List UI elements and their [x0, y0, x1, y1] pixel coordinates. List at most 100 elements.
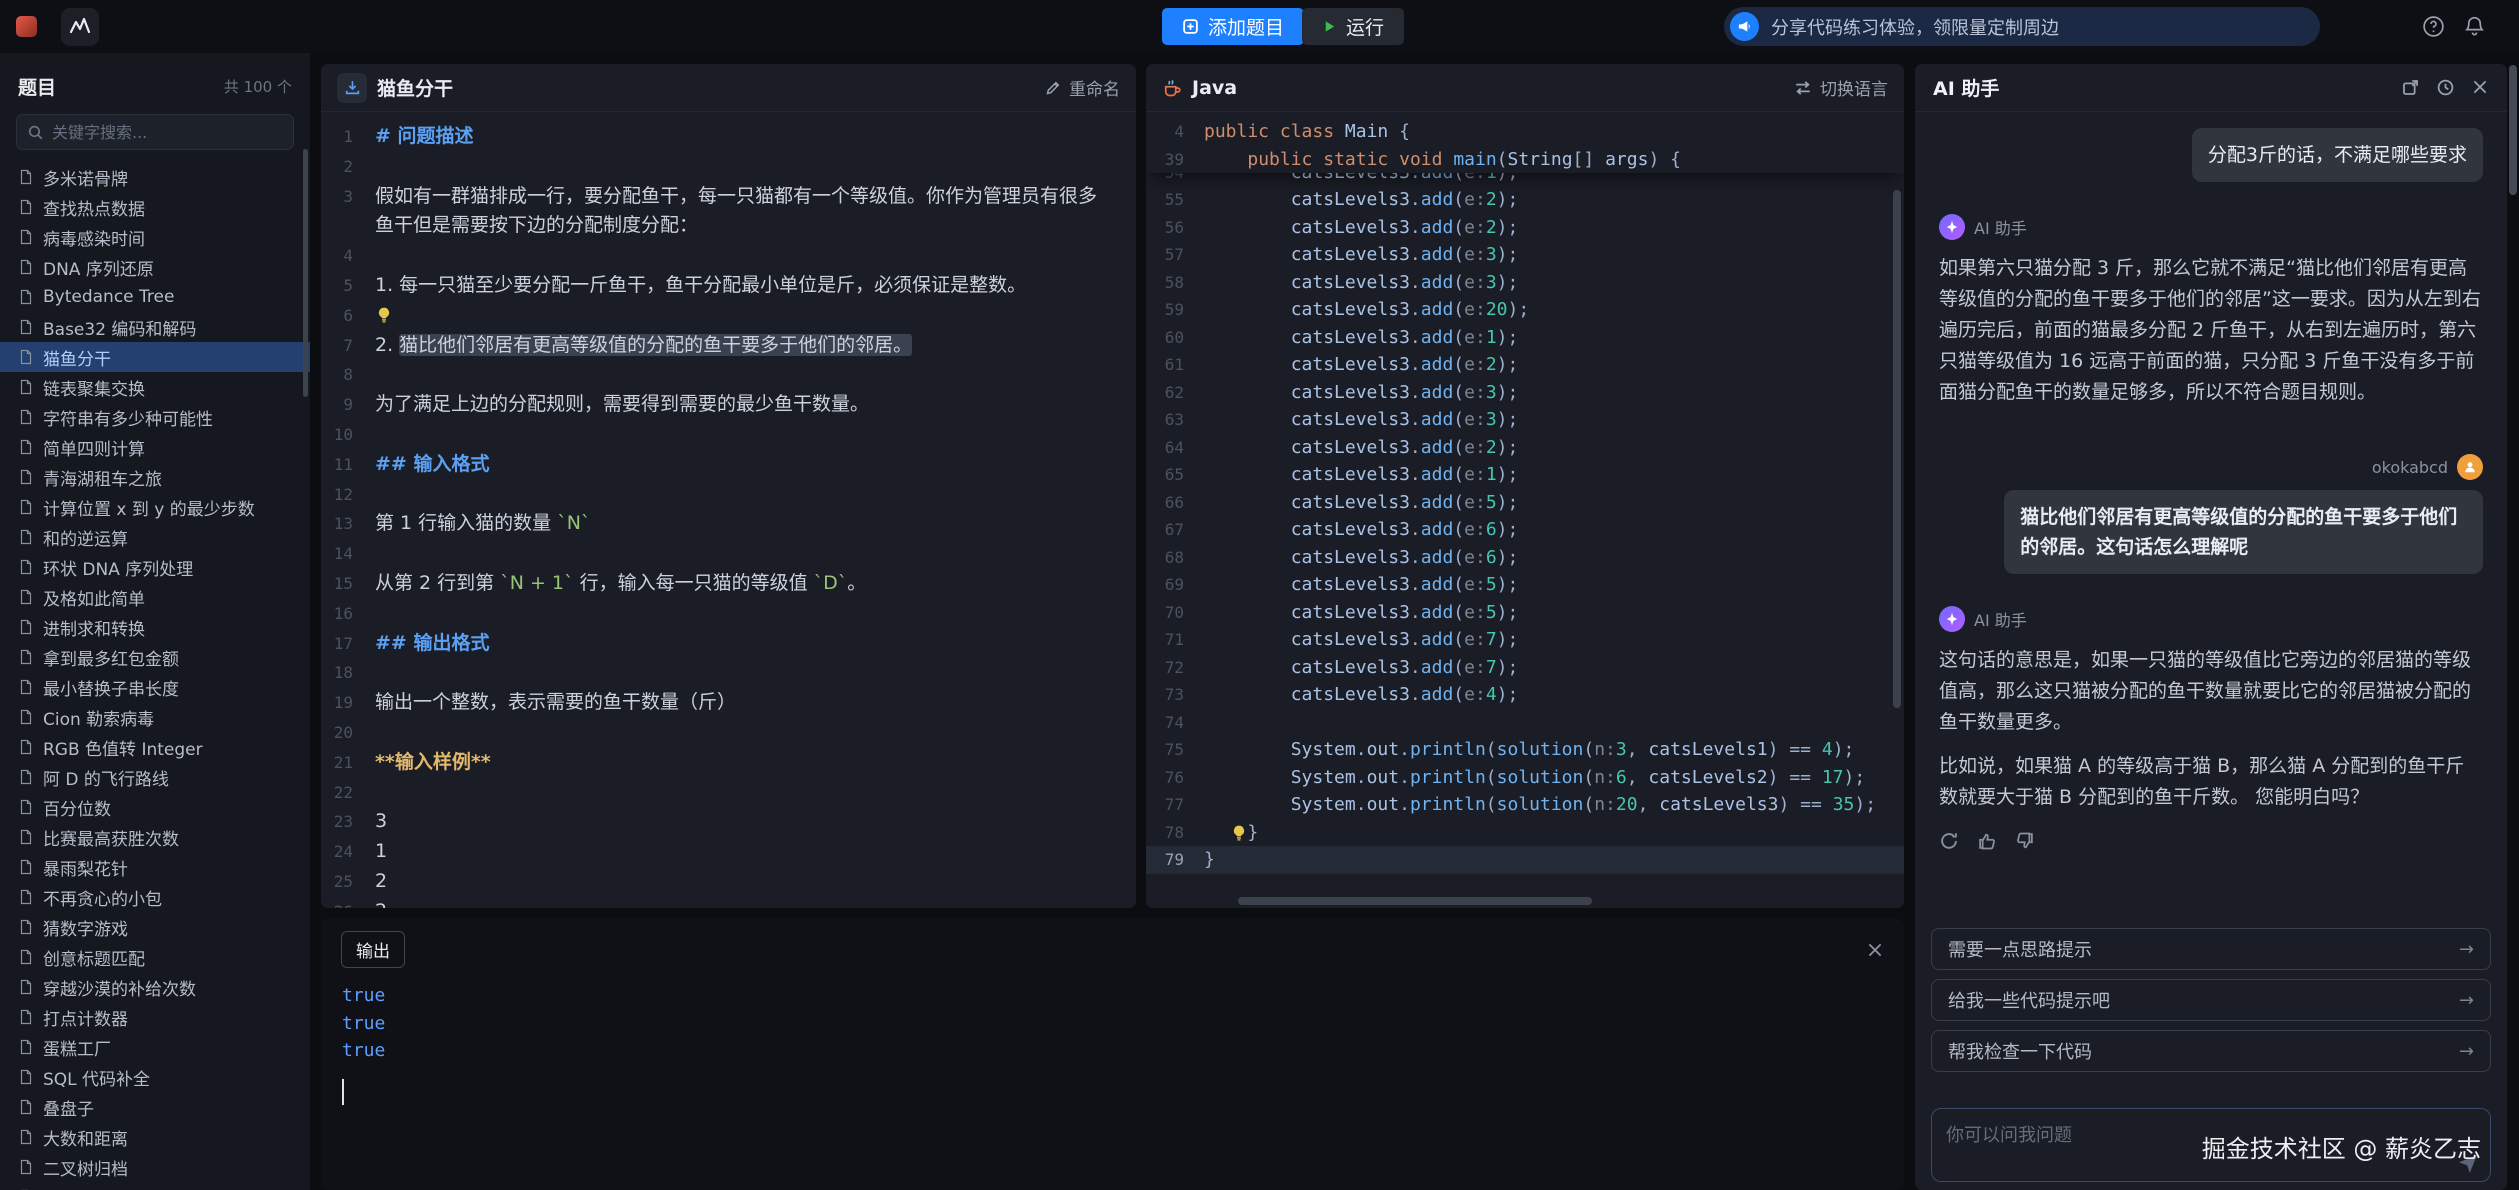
markdown-editor[interactable]: 1# 问题描述23假如有一群猫排成一行，要分配鱼干，每一只猫都有一个等级值。你作… [321, 112, 1136, 908]
sidebar-item[interactable]: 环状 DNA 序列处理 [0, 552, 310, 582]
document-icon [18, 259, 34, 275]
markdown-line [375, 539, 1136, 569]
line-number: 16 [321, 599, 375, 629]
problem-list: 多米诺骨牌查找热点数据病毒感染时间DNA 序列还原Bytedance TreeB… [0, 162, 310, 1190]
sidebar-item[interactable]: 大数和距离 [0, 1122, 310, 1152]
sidebar-item[interactable]: Cion 勒索病毒 [0, 702, 310, 732]
document-icon [18, 739, 34, 755]
search-box[interactable] [16, 114, 294, 150]
history-icon[interactable] [2436, 78, 2455, 97]
sidebar-item[interactable]: Bytedance Tree [0, 282, 310, 312]
page-scrollbar[interactable] [2507, 53, 2519, 1190]
sidebar-item[interactable]: 计算位置 x 到 y 的最少步数 [0, 492, 310, 522]
sidebar-item[interactable]: 多米诺骨牌 [0, 162, 310, 192]
expand-icon[interactable] [2401, 78, 2420, 97]
markdown-line [375, 420, 1136, 450]
sidebar-title: 题目 [18, 73, 56, 100]
suggestion-button[interactable]: 给我一些代码提示吧→ [1931, 979, 2491, 1021]
editor-logo-icon[interactable] [61, 8, 99, 46]
code-vertical-scrollbar[interactable] [1893, 190, 1901, 708]
line-number: 6 [321, 301, 375, 331]
sidebar-item[interactable]: 及格如此简单 [0, 582, 310, 612]
code-line: catsLevels3.add(e:2); [1204, 217, 1904, 238]
plus-icon [1182, 18, 1199, 35]
sidebar-item[interactable]: 叠盘子 [0, 1092, 310, 1122]
sidebar-item[interactable]: SQL 代码补全 [0, 1062, 310, 1092]
code-horizontal-scrollbar[interactable] [1238, 897, 1592, 905]
rename-button[interactable]: 重命名 [1045, 75, 1120, 100]
problem-sidebar: 题目 共 100 个 多米诺骨牌查找热点数据病毒感染时间DNA 序列还原Byte… [0, 53, 310, 1190]
line-number: 20 [321, 718, 375, 748]
sidebar-item-label: SQL 代码补全 [43, 1065, 150, 1090]
sidebar-item[interactable]: RGB 色值转 Integer [0, 732, 310, 762]
sidebar-item[interactable]: 创意标题匹配 [0, 942, 310, 972]
sidebar-item[interactable]: 比赛最高获胜次数 [0, 822, 310, 852]
document-icon [18, 1129, 34, 1145]
refresh-icon[interactable] [1939, 831, 1959, 851]
sidebar-item[interactable]: 二分数字 [0, 1182, 310, 1190]
line-number: 73 [1146, 685, 1204, 704]
share-banner[interactable]: 分享代码练习体验，领限量定制周边 [1724, 7, 2320, 46]
line-number: 68 [1146, 548, 1204, 567]
line-number: 2 [321, 152, 375, 182]
app-logo-icon[interactable] [16, 16, 37, 37]
sidebar-item[interactable]: 简单四则计算 [0, 432, 310, 462]
suggestion-button[interactable]: 帮我检查一下代码→ [1931, 1030, 2491, 1072]
sidebar-item[interactable]: 字符串有多少种可能性 [0, 402, 310, 432]
sidebar-item[interactable]: 链表聚集交换 [0, 372, 310, 402]
run-button[interactable]: 运行 [1302, 8, 1404, 45]
bell-icon[interactable] [2462, 14, 2487, 39]
document-icon [18, 859, 34, 875]
sidebar-item[interactable]: 猫鱼分干 [0, 342, 310, 372]
output-tab[interactable]: 输出 [341, 931, 405, 968]
sidebar-item[interactable]: 查找热点数据 [0, 192, 310, 222]
markdown-line: 2 [375, 867, 1136, 897]
sidebar-item[interactable]: 穿越沙漠的补给次数 [0, 972, 310, 1002]
sidebar-item[interactable]: 病毒感染时间 [0, 222, 310, 252]
chat-area[interactable]: 分配3斤的话，不满足哪些要求AI 助手如果第六只猫分配 3 斤，那么它就不满足“… [1915, 112, 2507, 910]
sidebar-item[interactable]: 和的逆运算 [0, 522, 310, 552]
sidebar-item[interactable]: 猜数字游戏 [0, 912, 310, 942]
close-icon[interactable] [2471, 78, 2489, 97]
line-number: 58 [1146, 273, 1204, 292]
thumb-down-icon[interactable] [2015, 831, 2035, 851]
output-console[interactable]: truetruetrue [321, 968, 1904, 1105]
sidebar-item[interactable]: 二叉树归档 [0, 1152, 310, 1182]
sidebar-item[interactable]: 打点计数器 [0, 1002, 310, 1032]
switch-language-icon [1794, 79, 1812, 97]
add-problem-button[interactable]: 添加题目 [1162, 8, 1304, 45]
line-number: 39 [1146, 150, 1204, 169]
code-editor[interactable]: 4public class Main {39 public static voi… [1146, 112, 1904, 908]
line-number: 19 [321, 688, 375, 718]
line-number: 9 [321, 390, 375, 420]
help-icon[interactable] [2421, 14, 2446, 39]
switch-language-button[interactable]: 切换语言 [1794, 75, 1888, 100]
suggestion-button[interactable]: 需要一点思路提示→ [1931, 928, 2491, 970]
sidebar-item[interactable]: 不再贪心的小包 [0, 882, 310, 912]
sidebar-item[interactable]: 最小替换子串长度 [0, 672, 310, 702]
sidebar-item[interactable]: 阿 D 的飞行路线 [0, 762, 310, 792]
page-scrollbar-thumb[interactable] [2509, 65, 2517, 195]
sidebar-item[interactable]: 暴雨梨花针 [0, 852, 310, 882]
sidebar-item[interactable]: Base32 编码和解码 [0, 312, 310, 342]
lightbulb-icon[interactable] [375, 306, 393, 324]
close-icon[interactable] [1866, 941, 1884, 959]
assistant-message: AI 助手这句话的意思是，如果一只猫的等级值比它旁边的邻居猫的等级值高，那么这只… [1939, 606, 2483, 851]
add-problem-label: 添加题目 [1208, 13, 1284, 40]
sidebar-scrollbar[interactable] [303, 149, 308, 397]
lightbulb-icon[interactable] [1230, 824, 1248, 842]
problem-title: 猫鱼分干 [377, 74, 453, 101]
sidebar-item[interactable]: DNA 序列还原 [0, 252, 310, 282]
line-number: 70 [1146, 603, 1204, 622]
sidebar-item[interactable]: 百分位数 [0, 792, 310, 822]
thumb-up-icon[interactable] [1977, 831, 1997, 851]
sidebar-item[interactable]: 蛋糕工厂 [0, 1032, 310, 1062]
search-input[interactable] [52, 123, 283, 142]
sidebar-item[interactable]: 拿到最多红包金额 [0, 642, 310, 672]
suggestion-label: 需要一点思路提示 [1948, 936, 2092, 962]
sidebar-item-label: 穿越沙漠的补给次数 [43, 975, 196, 1000]
sidebar-item[interactable]: 青海湖租车之旅 [0, 462, 310, 492]
code-line: catsLevels3.add(e:20); [1204, 299, 1904, 320]
sidebar-item-label: 环状 DNA 序列处理 [43, 555, 193, 580]
sidebar-item[interactable]: 进制求和转换 [0, 612, 310, 642]
